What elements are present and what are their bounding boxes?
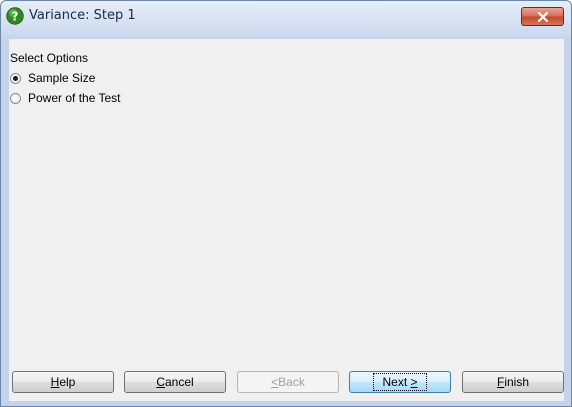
power-of-test-label: Power of the Test xyxy=(28,91,121,105)
help-button[interactable]: Help xyxy=(12,371,114,393)
cancel-label: ancel xyxy=(164,375,194,389)
cancel-button[interactable]: Cancel xyxy=(124,371,226,393)
close-button[interactable] xyxy=(521,7,564,26)
select-options-label: Select Options xyxy=(10,51,89,65)
help-mnemonic: H xyxy=(50,375,60,389)
next-label: Next xyxy=(382,375,411,389)
finish-button[interactable]: Finish xyxy=(462,371,564,393)
sample-size-option[interactable]: Sample Size xyxy=(10,71,95,85)
next-focus-ring: Next > xyxy=(373,373,427,391)
close-icon xyxy=(537,11,548,22)
finish-mnemonic: F xyxy=(496,375,505,389)
next-mnemonic: > xyxy=(410,375,418,389)
svg-text:?: ? xyxy=(12,10,19,24)
sample-size-label: Sample Size xyxy=(28,71,96,85)
back-mnemonic: < xyxy=(271,375,279,389)
window-title: Variance: Step 1 xyxy=(29,8,136,23)
help-question-icon: ? xyxy=(6,7,24,25)
title-bar[interactable]: ? Variance: Step 1 xyxy=(1,1,571,37)
back-label: Back xyxy=(278,375,305,389)
dialog-window: ? Variance: Step 1 Select Options Sample… xyxy=(0,0,572,407)
back-button[interactable]: < Back xyxy=(237,371,339,393)
next-button[interactable]: Next > xyxy=(349,371,451,393)
cancel-mnemonic: C xyxy=(156,375,165,389)
help-label: elp xyxy=(59,375,76,389)
power-of-test-option[interactable]: Power of the Test xyxy=(10,91,121,105)
finish-label: inish xyxy=(504,375,530,389)
power-of-test-radio[interactable] xyxy=(10,92,21,104)
dialog-client-area: Select Options Sample Size Power of the … xyxy=(9,39,564,401)
sample-size-radio[interactable] xyxy=(10,72,21,84)
